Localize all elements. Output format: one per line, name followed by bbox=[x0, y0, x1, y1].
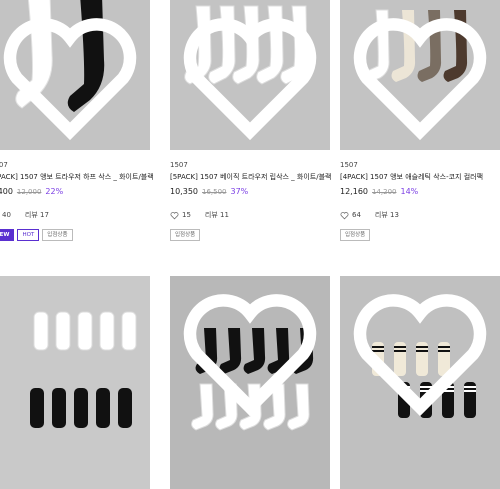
review-label: 리뷰 bbox=[374, 211, 388, 219]
review-count: 17 bbox=[40, 211, 49, 219]
badge-list: 입점상품 bbox=[170, 229, 201, 241]
like-count: 15 bbox=[182, 211, 191, 219]
product-image[interactable] bbox=[170, 0, 330, 150]
heart-icon[interactable] bbox=[170, 276, 330, 426]
product-image[interactable] bbox=[170, 276, 330, 489]
product-image[interactable] bbox=[340, 0, 500, 150]
sale-price: 9,400 bbox=[0, 187, 13, 196]
hot-badge: HOT bbox=[17, 229, 40, 241]
product-image[interactable] bbox=[0, 276, 150, 489]
sale-price: 12,160 bbox=[340, 187, 368, 196]
heart-outline-icon bbox=[170, 211, 179, 219]
store-badge: 입점상품 bbox=[42, 229, 73, 241]
badge-list: NEW HOT 입점상품 bbox=[0, 229, 73, 241]
like-count: 64 bbox=[352, 211, 361, 219]
heart-icon[interactable] bbox=[0, 0, 150, 150]
product-meta: 40 리뷰 17 bbox=[0, 210, 49, 220]
new-badge: NEW bbox=[0, 229, 15, 241]
heart-icon[interactable] bbox=[170, 0, 330, 150]
brand-name[interactable]: 1507 bbox=[170, 161, 188, 169]
original-price: 16,500 bbox=[202, 188, 227, 196]
product-title[interactable]: [4PACK] 1507 앵보 애슬레틱 삭스-코지 컬러팩 bbox=[340, 172, 483, 182]
badge-list: 입점상품 bbox=[340, 229, 371, 241]
review-count: 13 bbox=[390, 211, 399, 219]
heart-icon[interactable] bbox=[340, 0, 500, 150]
price-row: 9,40012,00022% bbox=[0, 187, 63, 196]
review-label: 리뷰 bbox=[24, 211, 38, 219]
product-meta: 15 리뷰 11 bbox=[170, 210, 229, 220]
heart-outline-icon bbox=[340, 211, 349, 219]
product-meta: 64 리뷰 13 bbox=[340, 210, 399, 220]
brand-name[interactable]: 1507 bbox=[340, 161, 358, 169]
discount-rate: 14% bbox=[400, 187, 419, 196]
review-label: 리뷰 bbox=[204, 211, 218, 219]
discount-rate: 22% bbox=[45, 187, 64, 196]
product-image[interactable] bbox=[340, 276, 500, 489]
like-count: 40 bbox=[2, 211, 11, 219]
discount-rate: 37% bbox=[230, 187, 249, 196]
store-badge: 입점상품 bbox=[170, 229, 201, 241]
review-count: 11 bbox=[220, 211, 229, 219]
product-image[interactable] bbox=[0, 0, 150, 150]
price-row: 12,160 14,200 14% bbox=[340, 187, 418, 196]
store-badge: 입점상품 bbox=[340, 229, 371, 241]
brand-name[interactable]: 1507 bbox=[0, 161, 8, 169]
product-photo bbox=[30, 311, 137, 428]
heart-icon[interactable] bbox=[340, 276, 500, 426]
product-title[interactable]: [5PACK] 1507 베이직 트라우저 립삭스 _ 화이트/블랙 bbox=[170, 172, 331, 182]
price-row: 10,350 16,500 37% bbox=[170, 187, 248, 196]
sale-price: 10,350 bbox=[170, 187, 198, 196]
product-title[interactable]: [5PACK] 1507 앵보 트라우저 하프 삭스 _ 화이트/블랙 bbox=[0, 172, 154, 182]
original-price: 14,200 bbox=[372, 188, 397, 196]
original-price: 12,000 bbox=[16, 188, 42, 196]
